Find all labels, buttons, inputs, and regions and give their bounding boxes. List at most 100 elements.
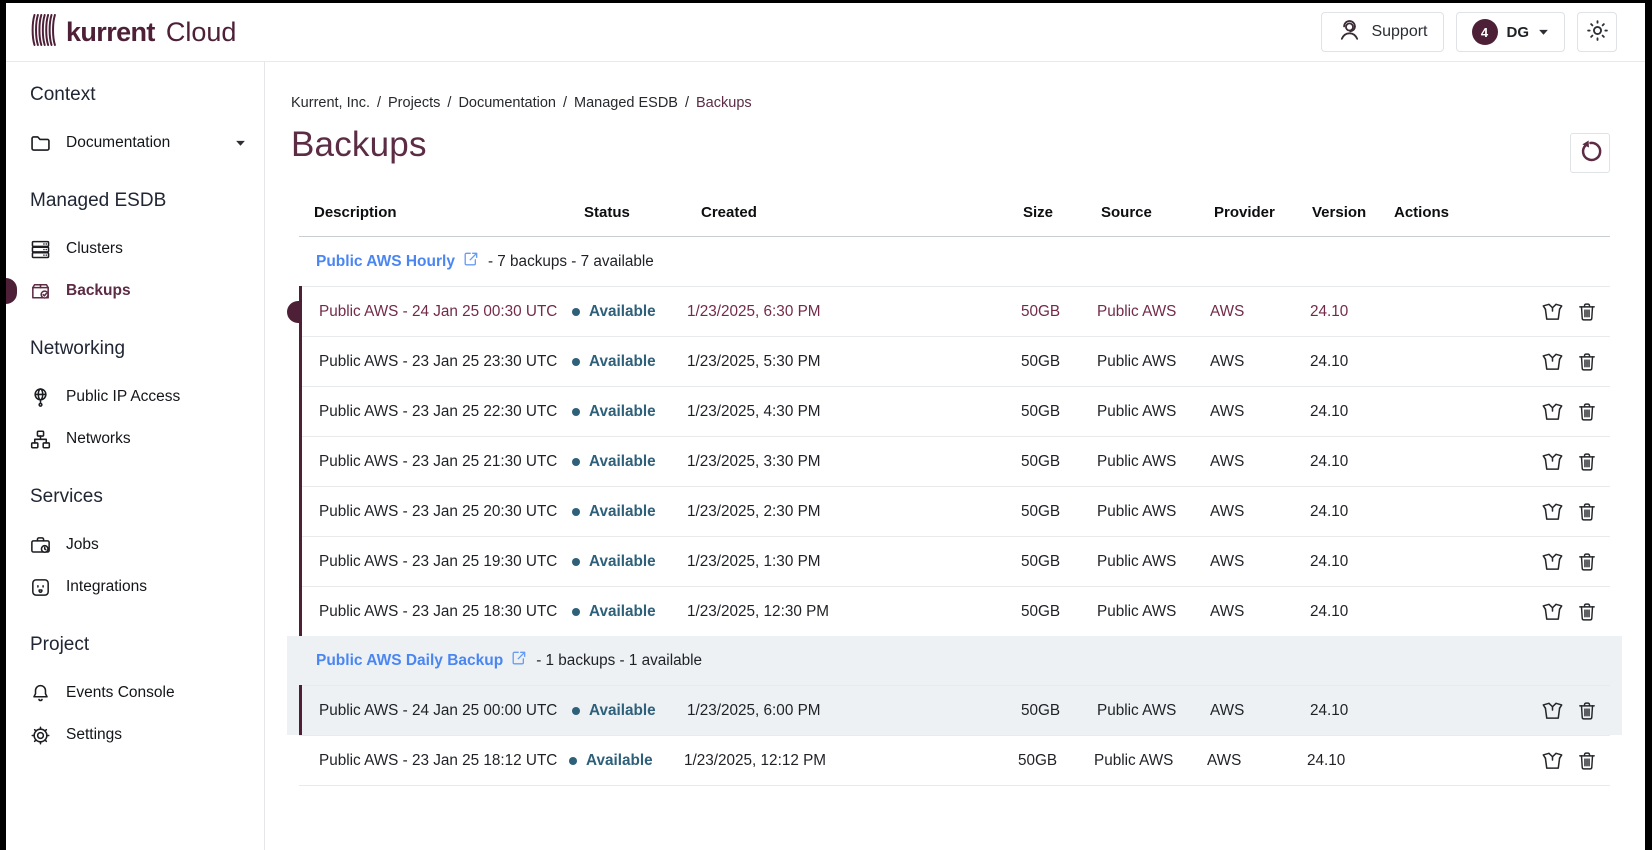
chevron-down-icon [1538,29,1549,36]
refresh-button[interactable] [1570,133,1610,173]
restore-backup-button[interactable] [1541,699,1564,722]
table-row[interactable]: Public AWS - 23 Jan 25 21:30 UTCAvailabl… [302,436,1610,486]
table-row[interactable]: Public AWS - 23 Jan 25 19:30 UTCAvailabl… [302,536,1610,586]
cell-description: Public AWS - 23 Jan 25 18:30 UTC [302,603,572,621]
status-label: Available [589,353,656,371]
cell-provider: AWS [1210,603,1310,621]
restore-backup-button[interactable] [1541,400,1564,423]
sidebar-item-events-console[interactable]: Events Console [28,672,264,714]
chevron-down-icon [235,140,246,147]
sidebar-heading: Context [30,84,264,106]
cell-description: Public AWS - 23 Jan 25 20:30 UTC [302,503,572,521]
brand-logo[interactable]: kurrent Cloud [30,12,236,53]
brand-suffix: Cloud [166,17,237,48]
sidebar-item-public-ip-access[interactable]: Public IP Access [28,376,264,418]
delete-backup-button[interactable] [1576,749,1598,772]
cell-description: Public AWS - 23 Jan 25 21:30 UTC [302,453,572,471]
breadcrumb-item[interactable]: Documentation [458,95,556,111]
sidebar-item-documentation[interactable]: Documentation [28,122,264,164]
cell-provider: AWS [1210,453,1310,471]
bell-icon [28,682,52,705]
breadcrumb-item[interactable]: Projects [388,95,440,111]
status-dot-icon [572,508,580,516]
table-row[interactable]: Public AWS - 23 Jan 25 18:12 UTCAvailabl… [299,735,1610,786]
cell-status: Available [572,353,687,371]
restore-backup-button[interactable] [1541,300,1564,323]
cell-description: Public AWS - 23 Jan 25 19:30 UTC [302,553,572,571]
backups-table: DescriptionStatusCreatedSizeSourceProvid… [299,189,1610,786]
cell-version: 24.10 [1310,453,1390,471]
restore-backup-button[interactable] [1541,500,1564,523]
kurrent-logo-mark-icon [30,12,57,53]
network-icon [28,428,52,451]
table-row[interactable]: Public AWS - 23 Jan 25 20:30 UTCAvailabl… [302,486,1610,536]
restore-backup-button[interactable] [1541,600,1564,623]
breadcrumb-item[interactable]: Kurrent, Inc. [291,95,370,111]
group-header-row: Public AWS Daily Backup- 1 backups - 1 a… [299,636,1610,685]
cell-version: 24.10 [1310,702,1390,720]
status-label: Available [589,303,656,321]
sidebar-item-jobs[interactable]: Jobs [28,524,264,566]
sidebar-item-integrations[interactable]: Integrations [28,566,264,608]
cell-actions [1390,400,1610,423]
page-title: Backups [291,125,1610,165]
support-button[interactable]: Support [1321,12,1443,52]
cell-source: Public AWS [1097,553,1210,571]
sidebar-item-settings[interactable]: Settings [28,714,264,756]
sidebar: Context Documentation Managed ESDB Clusters… [6,62,265,850]
table-row[interactable]: Public AWS - 24 Jan 25 00:00 UTCAvailabl… [302,685,1610,735]
cell-description: Public AWS - 23 Jan 25 23:30 UTC [302,353,572,371]
sidebar-section: ProjectEvents ConsoleSettings [28,634,264,756]
table-row[interactable]: Public AWS - 23 Jan 25 23:30 UTC Availabl… [302,336,1610,386]
table-header-row: DescriptionStatusCreatedSizeSourceProvid… [299,189,1610,237]
cell-version: 24.10 [1310,353,1390,371]
breadcrumb-separator: / [563,95,567,111]
delete-backup-button[interactable] [1576,400,1598,423]
cell-provider: AWS [1210,553,1310,571]
table-row[interactable]: Public AWS - 23 Jan 25 22:30 UTCAvailabl… [302,386,1610,436]
delete-backup-button[interactable] [1576,500,1598,523]
delete-backup-button[interactable] [1576,350,1598,373]
restore-backup-button[interactable] [1541,749,1564,772]
main-content: Kurrent, Inc./Projects/Documentation/Man… [265,62,1645,850]
delete-backup-button[interactable] [1576,699,1598,722]
sidebar-item-networks[interactable]: Networks [28,418,264,460]
sidebar-sections: Context Documentation Managed ESDB Clusters… [28,84,264,756]
cell-version: 24.10 [1310,553,1390,571]
sidebar-heading: Managed ESDB [30,190,264,212]
sidebar-item-backups[interactable]: Backups [28,270,264,312]
delete-backup-button[interactable] [1576,300,1598,323]
column-header-desc: Description [302,204,572,221]
cell-created: 1/23/2025, 4:30 PM [687,403,1012,421]
cell-actions [1390,450,1610,473]
breadcrumb-item[interactable]: Managed ESDB [574,95,678,111]
sidebar-item-clusters[interactable]: Clusters [28,228,264,270]
cell-size: 50GB [1012,403,1097,421]
restore-backup-button[interactable] [1541,550,1564,573]
restore-backup-button[interactable] [1541,350,1564,373]
column-header-created: Created [687,204,1012,221]
group-name-link[interactable]: Public AWS Hourly [316,251,479,272]
group-rows: Public AWS - 24 Jan 25 00:00 UTCAvailabl… [299,685,1610,735]
table-row[interactable]: Public AWS - 24 Jan 25 00:30 UTCAvailabl… [302,286,1610,336]
backup-group: Public AWS Daily Backup- 1 backups - 1 a… [287,636,1622,735]
sidebar-section: NetworkingPublic IP AccessNetworks [28,338,264,460]
external-link-icon [463,251,479,272]
theme-toggle-button[interactable] [1577,12,1617,52]
delete-backup-button[interactable] [1576,600,1598,623]
delete-backup-button[interactable] [1576,550,1598,573]
user-menu-button[interactable]: 4 DG [1456,12,1566,52]
refresh-icon [1578,139,1603,167]
table-row[interactable]: Public AWS - 23 Jan 25 18:30 UTCAvailabl… [302,586,1610,636]
restore-backup-button[interactable] [1541,450,1564,473]
cell-created: 1/23/2025, 12:30 PM [687,603,1012,621]
group-rows: Public AWS - 24 Jan 25 00:30 UTCAvailabl… [299,286,1610,636]
group-name-link[interactable]: Public AWS Daily Backup [316,650,527,671]
breadcrumb-separator: / [377,95,381,111]
sidebar-item-label: Events Console [66,684,175,702]
cell-description: Public AWS - 23 Jan 25 22:30 UTC [302,403,572,421]
delete-backup-button[interactable] [1576,450,1598,473]
sidebar-item-label: Public IP Access [66,388,180,406]
status-label: Available [586,752,653,770]
cell-actions [1390,550,1610,573]
